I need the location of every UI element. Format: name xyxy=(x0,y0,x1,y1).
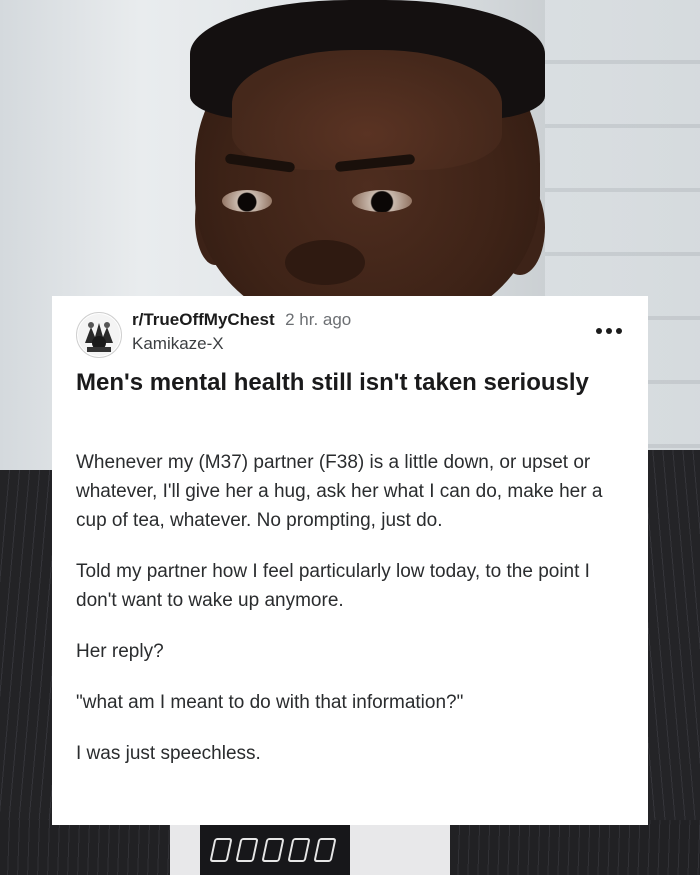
post-header: r/TrueOffMyChest 2 hr. ago Kamikaze-X xyxy=(76,310,624,358)
post-paragraph: I was just speechless. xyxy=(76,743,261,764)
more-dot xyxy=(616,328,622,334)
post-paragraph: Whenever my (M37) partner (F38) is a lit… xyxy=(76,452,603,531)
post-timestamp: 2 hr. ago xyxy=(285,310,352,329)
subreddit-avatar-icon[interactable] xyxy=(76,312,122,358)
post-author[interactable]: Kamikaze-X xyxy=(132,334,224,354)
post-paragraph: "what am I meant to do with that informa… xyxy=(76,692,464,713)
person-eye-left xyxy=(222,190,272,212)
more-options-icon[interactable] xyxy=(596,324,622,338)
post-title[interactable]: Men's mental health still isn't taken se… xyxy=(76,366,624,400)
post-body: Whenever my (M37) partner (F38) is a lit… xyxy=(76,448,624,790)
post-paragraph: Her reply? xyxy=(76,641,164,662)
person-nose xyxy=(285,240,365,285)
post-paragraph: Told my partner how I feel particularly … xyxy=(76,561,590,611)
person-eye-right xyxy=(352,190,412,212)
person-forehead xyxy=(232,50,502,170)
subreddit-name[interactable]: r/TrueOffMyChest xyxy=(132,310,275,329)
post-meta-line: r/TrueOffMyChest 2 hr. ago xyxy=(132,310,351,330)
reddit-post-card: r/TrueOffMyChest 2 hr. ago Kamikaze-X Me… xyxy=(52,296,648,825)
more-dot xyxy=(596,328,602,334)
more-dot xyxy=(606,328,612,334)
